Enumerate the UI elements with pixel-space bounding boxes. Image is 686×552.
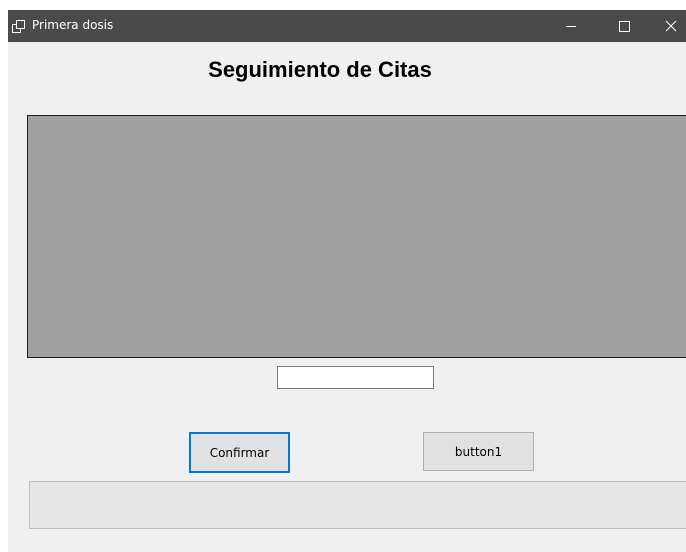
content-panel — [27, 115, 686, 358]
minimize-button[interactable] — [548, 10, 594, 42]
title-bar[interactable]: Primera dosis — [8, 10, 686, 42]
close-button[interactable] — [648, 10, 686, 42]
page-title: Seguimiento de Citas — [208, 57, 432, 82]
app-window-icon — [12, 19, 26, 33]
app-window: Primera dosis Seguimiento de Citas Confi… — [8, 10, 686, 552]
text-input[interactable] — [277, 366, 434, 389]
status-panel — [29, 481, 686, 529]
maximize-button[interactable] — [602, 10, 648, 42]
button1-button[interactable]: button1 — [423, 432, 534, 471]
confirm-button[interactable]: Confirmar — [189, 432, 290, 473]
window-title: Primera dosis — [32, 18, 114, 32]
